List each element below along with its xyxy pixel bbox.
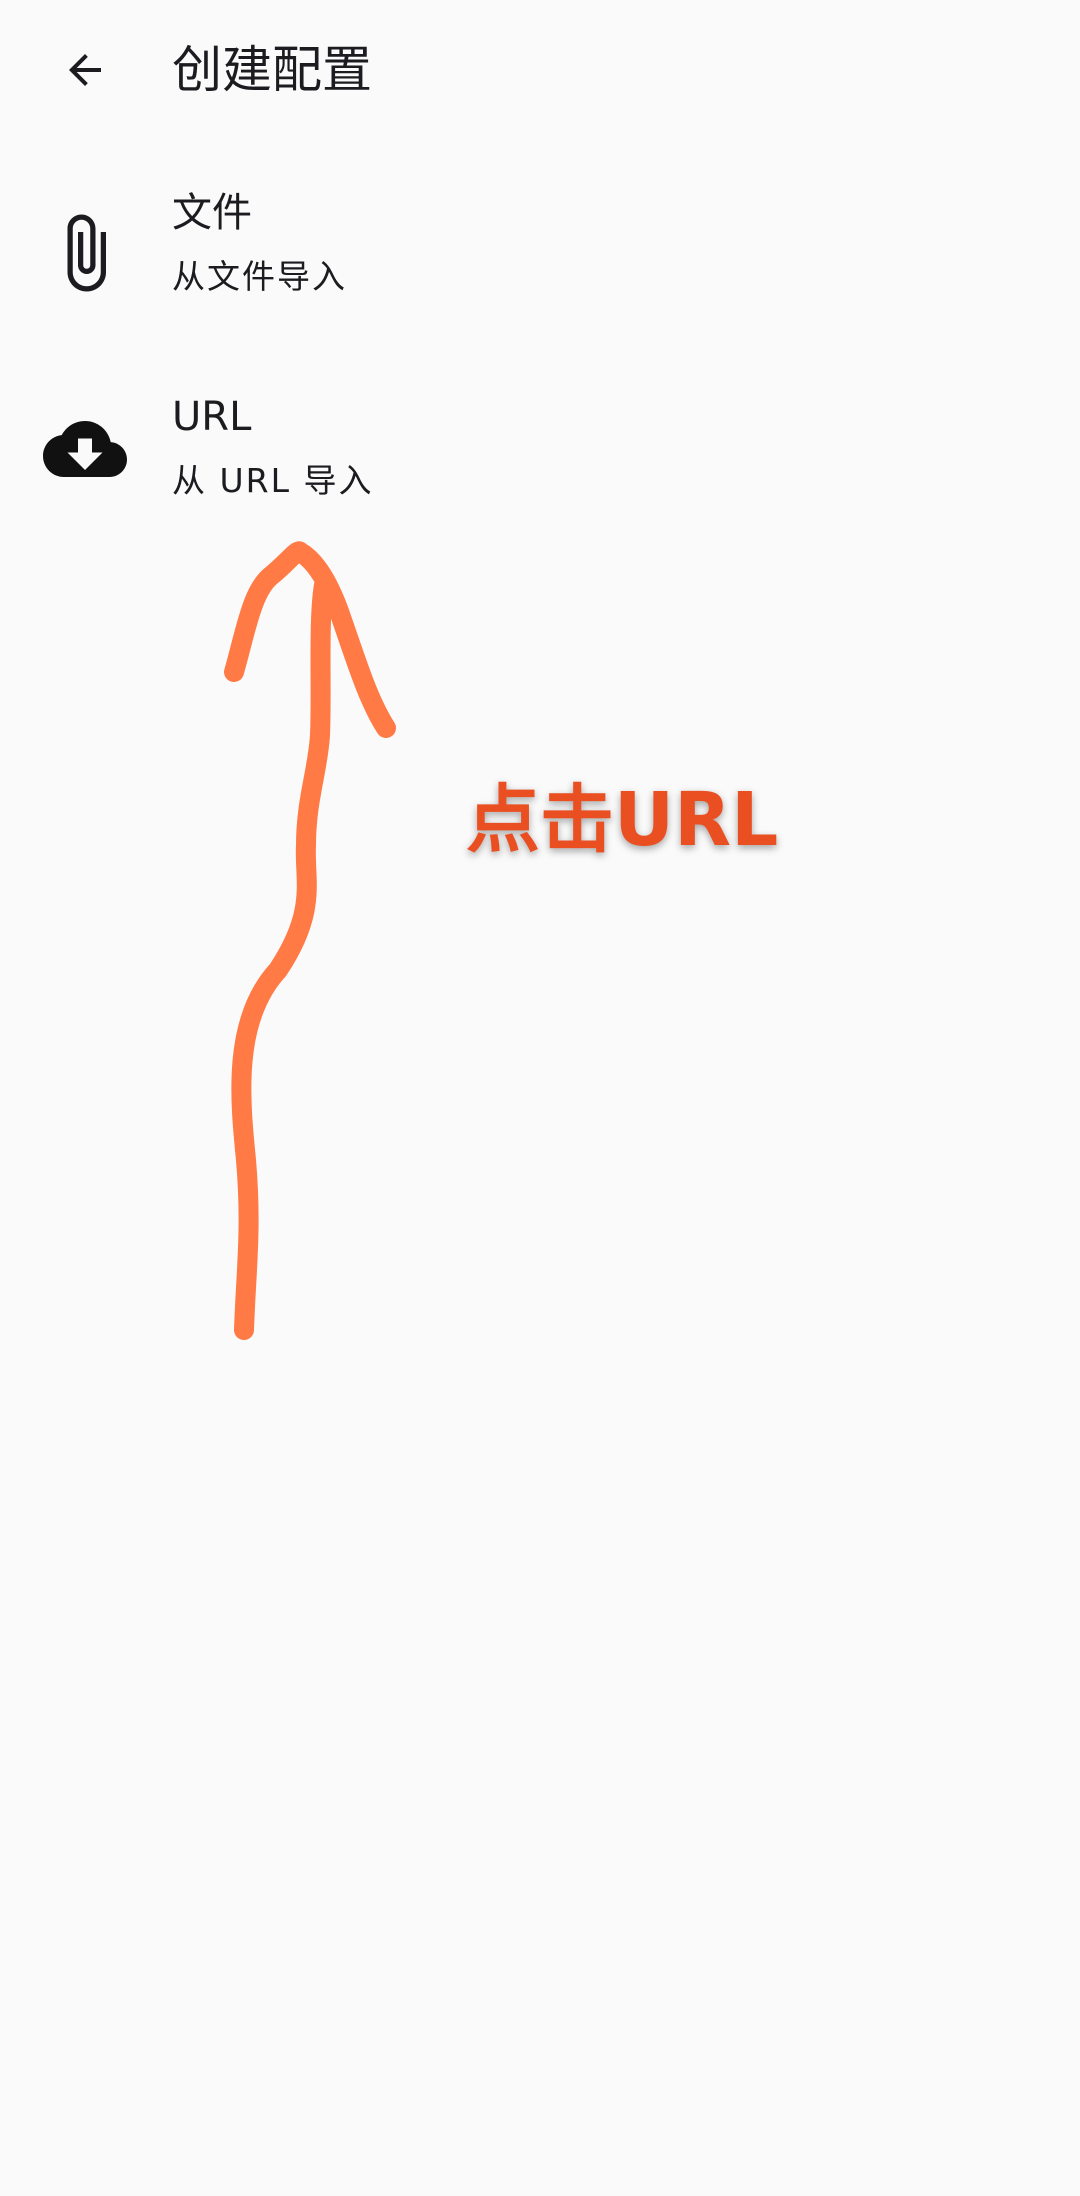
import-from-url-item[interactable]: URL 从 URL 导入 xyxy=(0,352,1080,552)
item-title-file: 文件 xyxy=(172,190,252,236)
page-title: 创建配置 xyxy=(172,41,372,99)
arrow-back-icon xyxy=(69,54,101,86)
paperclip-icon xyxy=(40,208,130,298)
annotation-arrow-head xyxy=(224,541,396,738)
item-subtitle-file: 从文件导入 xyxy=(172,257,347,296)
import-from-file-item[interactable]: 文件 从文件导入 xyxy=(0,148,1080,348)
annotation-arrow-shaft xyxy=(231,575,334,1340)
annotation-label: 点击URL xyxy=(466,777,779,863)
cloud-download-icon xyxy=(40,404,130,494)
create-config-screen: 创建配置 文件 从文件导入 URL 从 URL 导入 点击URL xyxy=(0,0,1080,2196)
item-subtitle-url: 从 URL 导入 xyxy=(172,461,374,500)
app-bar: 创建配置 xyxy=(0,0,1080,140)
back-button[interactable] xyxy=(45,30,125,110)
item-title-url: URL xyxy=(172,394,252,440)
